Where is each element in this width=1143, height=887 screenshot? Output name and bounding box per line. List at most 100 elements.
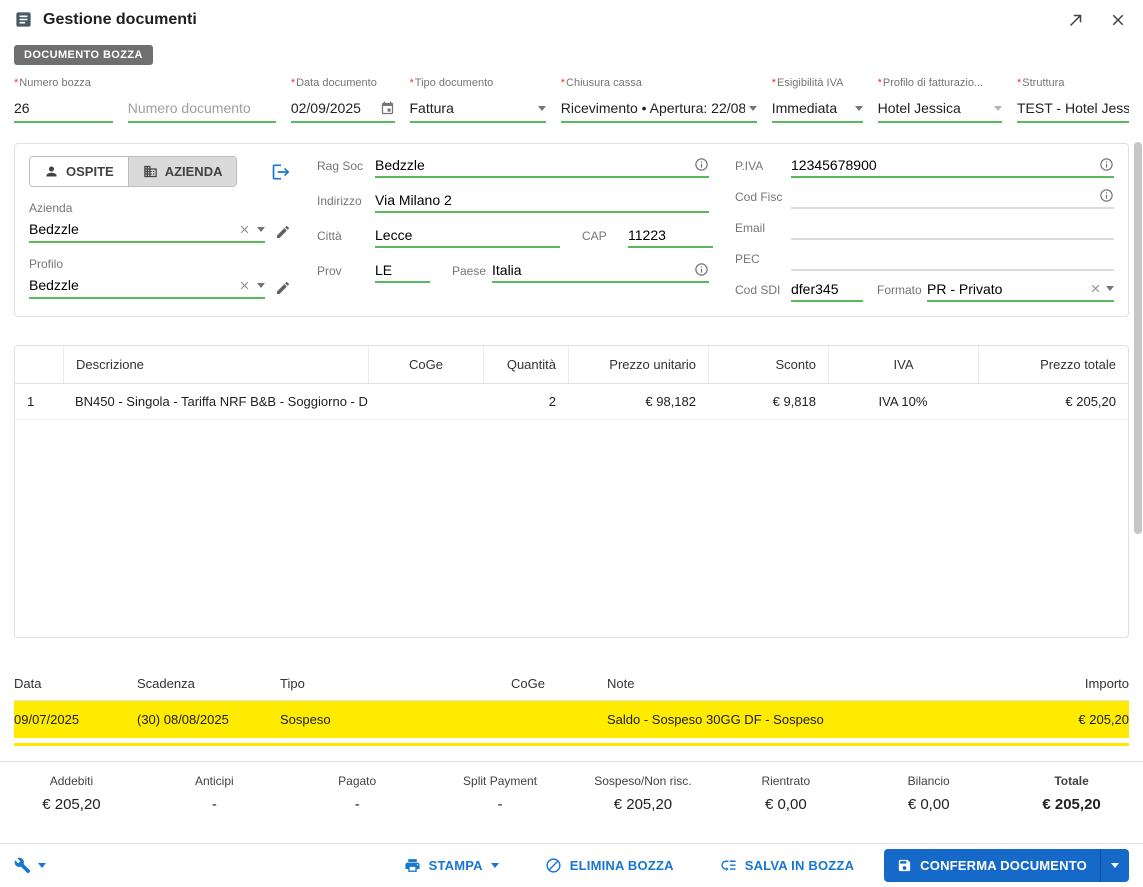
table-row[interactable]: 1 BN450 - Singola - Tariffa NRF B&B - So…	[15, 384, 1128, 420]
logout-icon[interactable]	[271, 162, 291, 182]
scrollbar	[1133, 0, 1143, 887]
chevron-down-icon[interactable]	[257, 226, 265, 232]
totals-summary-bar: Addebiti € 205,20 Anticipi - Pagato - Sp…	[0, 761, 1143, 813]
client-type-toggle: OSPITE AZIENDA	[29, 156, 238, 187]
pec-input[interactable]	[791, 249, 1114, 266]
clear-icon[interactable]	[1089, 282, 1102, 295]
info-icon[interactable]	[1099, 188, 1114, 203]
field-chiusura-cassa: Chiusura cassa Ricevimento • Apertura: 2…	[560, 77, 757, 123]
col-scadenza: Scadenza	[137, 676, 195, 691]
clear-icon[interactable]	[238, 279, 251, 292]
piva-input[interactable]	[791, 156, 1095, 173]
chevron-down-icon	[38, 863, 46, 868]
conferma-documento-dropdown[interactable]	[1100, 849, 1129, 882]
info-icon[interactable]	[694, 157, 709, 172]
esigibilita-iva-select[interactable]: Immediata	[771, 100, 863, 123]
paese-input[interactable]	[492, 261, 690, 278]
scrollbar-thumb[interactable]	[1134, 142, 1142, 534]
profilo-input[interactable]	[29, 277, 232, 293]
expand-icon[interactable]	[1067, 11, 1085, 29]
cell-importo: € 205,20	[1078, 712, 1129, 727]
cell-prezzo-totale: € 205,20	[1065, 394, 1116, 409]
row-number[interactable]: 1	[15, 384, 63, 419]
chevron-down-icon[interactable]	[257, 282, 265, 288]
info-icon[interactable]	[694, 262, 709, 277]
close-icon[interactable]	[1109, 11, 1127, 29]
salva-in-bozza-button[interactable]: SALVA IN BOZZA	[720, 857, 854, 874]
cod-fisc-input[interactable]	[791, 187, 1095, 204]
cod-sdi-input[interactable]	[791, 280, 863, 297]
payments-table-header: Data Scadenza Tipo CoGe Note Importo	[14, 668, 1129, 701]
gestione-documenti-window: Gestione documenti DOCUMENTO BOZZA Numer…	[0, 0, 1143, 887]
field-tipo-documento: Tipo documento Fattura	[409, 77, 546, 123]
payments-table: Data Scadenza Tipo CoGe Note Importo 09/…	[14, 668, 1129, 746]
cap-label: CAP	[582, 229, 607, 243]
chiusura-cassa-select[interactable]: Ricevimento • Apertura: 22/08/	[560, 100, 757, 123]
document-icon	[14, 10, 33, 29]
clear-icon[interactable]	[238, 223, 251, 236]
block-icon	[545, 857, 562, 874]
chevron-down-icon[interactable]	[854, 105, 863, 111]
formato-input[interactable]	[927, 280, 1085, 297]
profilo-fatturazione-select[interactable]: Hotel Jessica	[877, 100, 1002, 123]
azienda-label: Azienda	[29, 201, 73, 215]
piva-label: P.IVA	[735, 159, 764, 173]
prov-input[interactable]	[375, 261, 430, 278]
col-sconto: Sconto	[708, 346, 828, 383]
indirizzo-input[interactable]	[375, 191, 709, 208]
struttura-select[interactable]: TEST - Hotel Jessi	[1016, 100, 1129, 123]
elimina-bozza-button[interactable]: ELIMINA BOZZA	[545, 857, 674, 874]
chevron-down-icon[interactable]	[537, 105, 546, 111]
numero-documento-input[interactable]	[127, 100, 276, 116]
conferma-documento-button[interactable]: CONFERMA DOCUMENTO	[884, 849, 1100, 882]
col-num	[15, 346, 63, 383]
col-descrizione: Descrizione	[63, 346, 368, 383]
formato-label: Formato	[877, 283, 922, 297]
data-documento-label: Data documento	[291, 77, 395, 89]
summary-split-payment: Split Payment -	[463, 774, 538, 813]
payment-row-highlighted[interactable]: 09/07/2025 (30) 08/08/2025 Sospeso Saldo…	[14, 701, 1129, 738]
col-iva: IVA	[828, 346, 978, 383]
cell-tipo: Sospeso	[280, 712, 331, 727]
cell-coge	[368, 384, 483, 419]
chevron-down-icon[interactable]	[1106, 286, 1114, 291]
email-input[interactable]	[791, 218, 1114, 235]
chevron-down-icon[interactable]	[993, 105, 1002, 111]
formato-select[interactable]	[927, 280, 1114, 302]
citta-input[interactable]	[375, 226, 560, 243]
highlight-stripe	[14, 743, 1129, 746]
items-table: Descrizione CoGe Quantità Prezzo unitari…	[14, 345, 1129, 638]
tab-ospite[interactable]: OSPITE	[30, 157, 128, 186]
chevron-down-icon[interactable]	[748, 105, 757, 111]
tools-button[interactable]	[14, 857, 46, 874]
tipo-documento-select[interactable]: Fattura	[409, 100, 546, 123]
field-esigibilita-iva: Esigibilità IVA Immediata	[771, 77, 863, 123]
data-documento-input[interactable]	[290, 100, 376, 116]
person-icon	[44, 164, 59, 179]
cell-data: 09/07/2025	[14, 712, 80, 727]
azienda-combobox	[29, 221, 265, 243]
stampa-button[interactable]: STAMPA	[404, 857, 499, 874]
edit-icon[interactable]	[275, 224, 291, 243]
profilo-combobox	[29, 277, 265, 299]
cell-iva: IVA 10%	[878, 394, 928, 409]
save-icon	[897, 858, 912, 873]
azienda-input[interactable]	[29, 221, 232, 237]
tab-azienda[interactable]: AZIENDA	[127, 157, 237, 186]
chevron-down-icon	[1111, 863, 1119, 868]
calendar-icon[interactable]	[380, 101, 395, 116]
field-profilo-fatturazione: Profilo di fatturazio... Hotel Jessica	[877, 77, 1002, 123]
edit-icon[interactable]	[275, 280, 291, 299]
pec-label: PEC	[735, 252, 760, 266]
info-icon[interactable]	[1099, 157, 1114, 172]
cell-descrizione: BN450 - Singola - Tariffa NRF B&B - Sogg…	[75, 394, 368, 409]
rag-soc-input[interactable]	[375, 156, 690, 173]
col-quantita: Quantità	[483, 346, 568, 383]
summary-pagato: Pagato -	[338, 774, 377, 813]
page-title: Gestione documenti	[43, 10, 197, 28]
field-numero-documento	[127, 77, 276, 123]
profilo-label: Profilo	[29, 257, 64, 271]
numero-bozza-input[interactable]	[14, 100, 113, 116]
cap-input[interactable]	[628, 226, 713, 243]
save-draft-icon	[720, 857, 737, 874]
